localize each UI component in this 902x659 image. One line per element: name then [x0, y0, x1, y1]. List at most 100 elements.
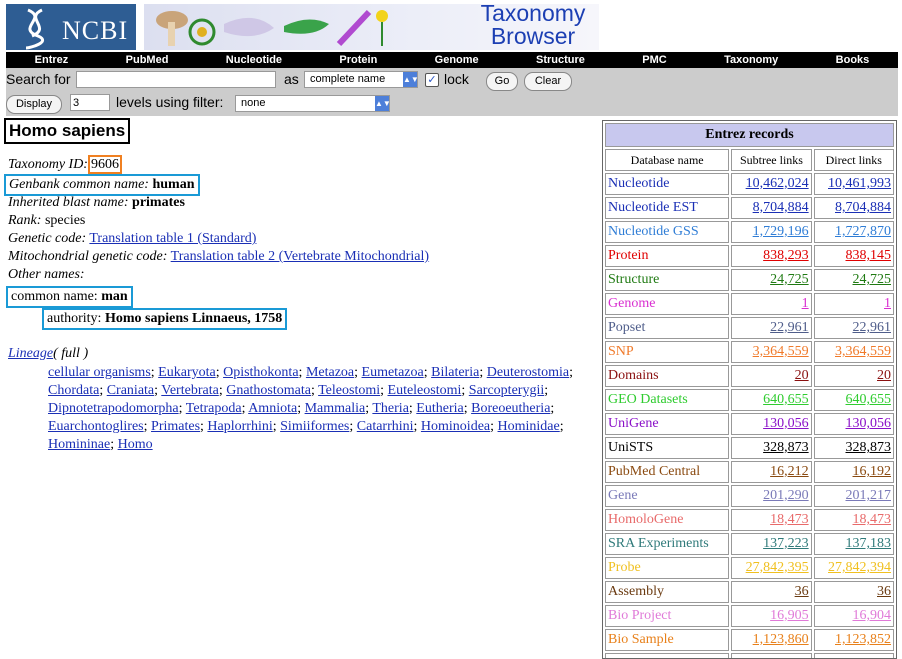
subtree-links-cell-text[interactable]: 1,729,196 [753, 224, 809, 239]
subtree-links-cell-text[interactable]: 1 [802, 296, 809, 311]
direct-links-cell[interactable]: 10,461,993 [813, 173, 894, 195]
nav-structure[interactable]: Structure [536, 54, 585, 66]
subtree-links-cell-text[interactable]: 137,223 [763, 536, 809, 551]
display-button[interactable]: Display [6, 95, 62, 114]
lineage-link-item[interactable]: Metazoa [306, 365, 354, 380]
levels-input[interactable] [70, 94, 110, 111]
subtree-links-cell[interactable]: 18,473 [731, 509, 812, 531]
subtree-links-cell[interactable]: 22,961 [731, 317, 812, 339]
nav-genome[interactable]: Genome [435, 54, 479, 66]
mito-code-link[interactable]: Translation table 2 (Vertebrate Mitochon… [171, 249, 429, 264]
lineage-link-item[interactable]: Tetrapoda [186, 401, 242, 416]
nav-protein[interactable]: Protein [339, 54, 377, 66]
filter-select[interactable]: none ▲▼ [235, 95, 391, 112]
lineage-link-item[interactable]: Boreoeutheria [471, 401, 550, 416]
direct-links-cell[interactable]: 16,192 [813, 461, 894, 483]
subtree-links-cell-text[interactable]: 8,704,884 [753, 200, 809, 215]
lineage-link-item[interactable]: Opisthokonta [223, 365, 298, 380]
direct-links-cell-text[interactable]: 137,183 [846, 536, 892, 551]
direct-links-cell[interactable]: 20 [813, 365, 894, 387]
direct-links-cell[interactable]: 36 [813, 581, 894, 603]
subtree-links-cell-text[interactable]: 3,364,559 [753, 344, 809, 359]
lineage-link-item[interactable]: Chordata [48, 383, 99, 398]
direct-links-cell[interactable]: 1,123,852 [813, 629, 894, 651]
subtree-links-cell-text[interactable]: 24,725 [770, 272, 809, 287]
direct-links-cell-text[interactable]: 16,192 [853, 464, 892, 479]
direct-links-cell-text[interactable]: 201,217 [846, 488, 892, 503]
subtree-links-cell[interactable]: 1 [731, 293, 812, 315]
direct-links-cell[interactable]: 640,655 [813, 389, 894, 411]
direct-links-cell[interactable]: 18,473 [813, 509, 894, 531]
subtree-links-cell-text[interactable]: 36 [795, 584, 809, 599]
nav-entrez[interactable]: Entrez [35, 54, 69, 66]
clear-button[interactable]: Clear [524, 72, 572, 91]
subtree-links-cell-text[interactable]: 838,293 [763, 248, 809, 263]
direct-links-cell-text[interactable]: 1 [884, 296, 891, 311]
subtree-links-cell-text[interactable]: 640,655 [763, 392, 809, 407]
subtree-links-cell[interactable]: 130,056 [731, 413, 812, 435]
lineage-link-item[interactable]: Simiiformes [280, 419, 349, 434]
search-input[interactable] [76, 71, 276, 88]
subtree-links-cell[interactable]: 201,290 [731, 485, 812, 507]
direct-links-cell-text[interactable]: 22,961 [853, 320, 892, 335]
subtree-links-cell-text[interactable]: 328,873 [763, 440, 809, 455]
direct-links-cell[interactable]: 1,727,870 [813, 221, 894, 243]
lineage-link-item[interactable]: Eukaryota [158, 365, 216, 380]
direct-links-cell-text[interactable]: 36 [877, 584, 891, 599]
subtree-links-cell[interactable]: 640,655 [731, 389, 812, 411]
lineage-link-item[interactable]: Hominidae [498, 419, 560, 434]
lineage-link-item[interactable]: Homo [118, 437, 153, 452]
direct-links-cell-text[interactable]: 20 [877, 368, 891, 383]
direct-links-cell[interactable]: 8,704,884 [813, 197, 894, 219]
lineage-link-item[interactable]: Dipnotetrapodomorpha [48, 401, 179, 416]
subtree-links-cell[interactable]: 36 [731, 581, 812, 603]
direct-links-cell-text[interactable]: 838,145 [846, 248, 892, 263]
lineage-link-item[interactable]: Vertebrata [161, 383, 219, 398]
lineage-link-item[interactable]: Haplorrhini [207, 419, 272, 434]
lineage-link-item[interactable]: Gnathostomata [226, 383, 311, 398]
lineage-link-item[interactable]: Craniata [107, 383, 154, 398]
lineage-link-item[interactable]: Catarrhini [357, 419, 414, 434]
lineage-full-toggle[interactable]: ( full ) [53, 346, 88, 361]
lineage-link-item[interactable]: Theria [372, 401, 409, 416]
lock-checkbox[interactable]: ✓ [425, 73, 439, 87]
direct-links-cell-text[interactable]: 16,904 [853, 608, 892, 623]
direct-links-cell-text[interactable]: 27,842,394 [828, 560, 891, 575]
direct-links-cell[interactable]: 328,873 [813, 437, 894, 459]
search-mode-select[interactable]: complete name ▲▼ [304, 71, 419, 88]
direct-links-cell-text[interactable]: 3,364,559 [835, 344, 891, 359]
nav-books[interactable]: Books [836, 54, 870, 66]
subtree-links-cell[interactable]: 2,682 [731, 653, 812, 658]
lineage-link-item[interactable]: Amniota [248, 401, 297, 416]
direct-links-cell[interactable]: 137,183 [813, 533, 894, 555]
lineage-link-item[interactable]: Primates [151, 419, 200, 434]
direct-links-cell[interactable]: 1 [813, 293, 894, 315]
ncbi-logo[interactable]: NCBI [6, 4, 136, 50]
direct-links-cell-text[interactable]: 1,123,852 [835, 632, 891, 647]
subtree-links-cell[interactable]: 10,462,024 [731, 173, 812, 195]
lineage-link-item[interactable]: Hominoidea [421, 419, 490, 434]
subtree-links-cell-text[interactable]: 20 [795, 368, 809, 383]
direct-links-cell[interactable]: 27,842,394 [813, 557, 894, 579]
subtree-links-cell[interactable]: 16,212 [731, 461, 812, 483]
direct-links-cell[interactable]: 24,725 [813, 269, 894, 291]
subtree-links-cell-text[interactable]: 22,961 [770, 320, 809, 335]
subtree-links-cell[interactable]: 137,223 [731, 533, 812, 555]
direct-links-cell-text[interactable]: 328,873 [846, 440, 892, 455]
subtree-links-cell[interactable]: 328,873 [731, 437, 812, 459]
subtree-links-cell-text[interactable]: 27,842,395 [746, 560, 809, 575]
nav-pmc[interactable]: PMC [642, 54, 666, 66]
subtree-links-cell-text[interactable]: 1,123,860 [753, 632, 809, 647]
direct-links-cell[interactable]: 2,682 [813, 653, 894, 658]
subtree-links-cell[interactable]: 8,704,884 [731, 197, 812, 219]
lineage-link-item[interactable]: Teleostomi [318, 383, 380, 398]
lineage-link-item[interactable]: Euarchontoglires [48, 419, 144, 434]
direct-links-cell-text[interactable]: 130,056 [846, 416, 892, 431]
subtree-links-cell-text[interactable]: 16,212 [770, 464, 809, 479]
lineage-link[interactable]: Lineage [8, 346, 53, 361]
direct-links-cell-text[interactable]: 18,473 [853, 512, 892, 527]
direct-links-cell[interactable]: 3,364,559 [813, 341, 894, 363]
genetic-code-link[interactable]: Translation table 1 (Standard) [89, 231, 256, 246]
direct-links-cell-text[interactable]: 1,727,870 [835, 224, 891, 239]
nav-nucleotide[interactable]: Nucleotide [226, 54, 282, 66]
